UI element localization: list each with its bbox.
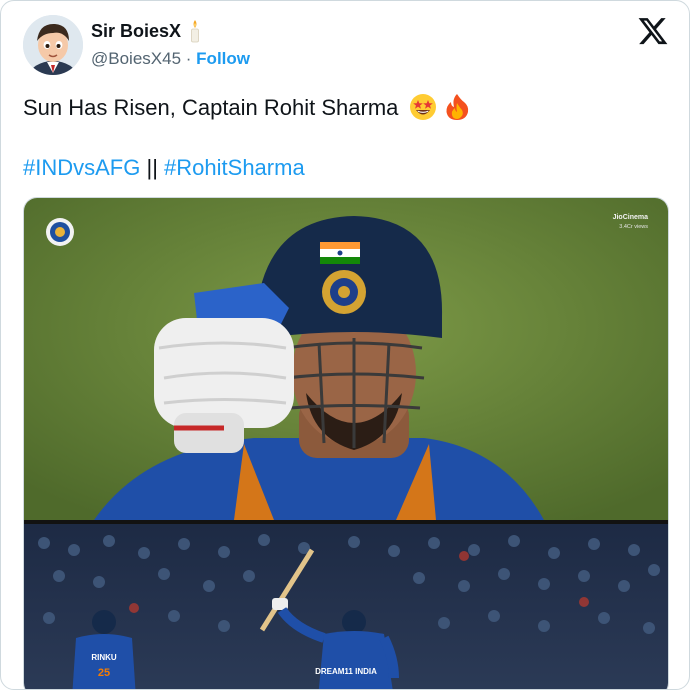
separator-dot: ·	[185, 49, 192, 68]
broadcaster-watermark: JioCinema	[613, 214, 649, 221]
tweet-card[interactable]: Sir BoiesX @BoiesX45 · Follow Sun Has Ri…	[0, 0, 690, 690]
bcci-logo-icon	[46, 218, 74, 246]
handle[interactable]: @BoiesX45	[91, 49, 181, 68]
avatar[interactable]	[23, 15, 83, 75]
handle-line: @BoiesX45 · Follow	[91, 49, 250, 69]
tweet-text: Sun Has Risen, Captain Rohit Sharma	[23, 93, 471, 121]
hashtag-line: #INDvsAFG || #RohitSharma	[23, 155, 305, 181]
hashtag-separator: ||	[146, 155, 158, 180]
hashtag-rohitsharma[interactable]: #RohitSharma	[164, 155, 305, 180]
jersey-name: RINKU	[91, 653, 117, 662]
tweet-body: Sun Has Risen, Captain Rohit Sharma	[23, 95, 399, 120]
display-name[interactable]: Sir BoiesX	[91, 21, 181, 42]
follow-button[interactable]: Follow	[196, 49, 250, 68]
candle-icon	[191, 20, 199, 43]
hashtag-indvsafg[interactable]: #INDvsAFG	[23, 155, 140, 180]
media-illustration: JioCinema 3.4Cr views DREAM11 INDIA RINK…	[24, 198, 668, 689]
x-logo-icon[interactable]	[637, 15, 669, 47]
tweet-media-image[interactable]: JioCinema 3.4Cr views DREAM11 INDIA RINK…	[23, 197, 669, 689]
view-count: 3.4Cr views	[619, 224, 648, 230]
avatar-image	[23, 15, 83, 75]
fire-emoji-icon	[446, 94, 468, 120]
jersey-sponsor-text: DREAM11 INDIA	[315, 667, 377, 676]
star-struck-emoji-icon	[409, 94, 436, 120]
jersey-number: 25	[98, 667, 110, 679]
